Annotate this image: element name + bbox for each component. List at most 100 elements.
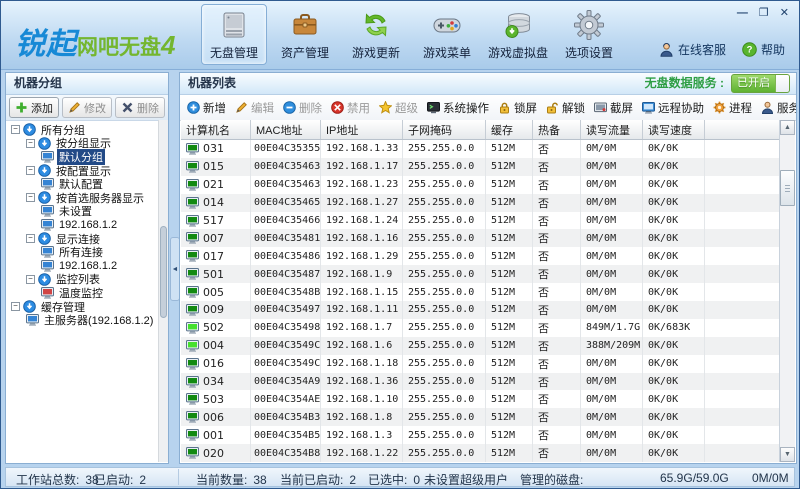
tree-item-label: 192.168.1.2 xyxy=(57,219,119,231)
machine-groups-header: 机器分组 xyxy=(6,73,168,95)
column-header[interactable]: 读写流量 xyxy=(581,120,643,139)
close-button[interactable]: ✕ xyxy=(780,7,789,19)
tree-scrollbar[interactable] xyxy=(158,120,168,462)
window-controls: — ❐ ✕ xyxy=(737,7,789,19)
machine-row[interactable]: 020 00E04C354B8F 192.168.1.22 255.255.0.… xyxy=(181,444,779,462)
tree-item[interactable]: 主服务器(192.168.1.2) xyxy=(7,313,158,327)
group-green-plus-button[interactable]: 添加 xyxy=(9,97,59,118)
group-ball-icon xyxy=(23,300,36,313)
toolbar-ban-button[interactable]: 禁用 xyxy=(331,100,370,116)
monitor-off-icon xyxy=(186,268,199,280)
machine-row[interactable]: 503 00E04C354AE2 192.168.1.10 255.255.0.… xyxy=(181,390,779,408)
minus-circle-icon xyxy=(283,101,296,114)
machine-row[interactable]: 004 00E04C3549C3 192.168.1.6 255.255.0.0… xyxy=(181,337,779,355)
column-header[interactable]: 计算机名 xyxy=(181,120,251,139)
toolbar-plus-circle-button[interactable]: 新增 xyxy=(187,100,226,116)
status-item: 当前已启动: 2 xyxy=(280,471,356,488)
nav-gear-button[interactable]: 选项设置 xyxy=(556,4,622,65)
group-x-mark-button[interactable]: 删除 xyxy=(115,97,165,118)
column-header[interactable]: 子网掩码 xyxy=(403,120,486,139)
table-scrollbar-thumb[interactable] xyxy=(780,170,795,206)
machine-row[interactable]: 007 00E04C354817 192.168.1.16 255.255.0.… xyxy=(181,229,779,247)
tree-item-label: 所有连接 xyxy=(57,244,105,260)
tree-expander-icon[interactable]: − xyxy=(26,139,35,148)
scroll-down-icon[interactable]: ▼ xyxy=(780,447,795,462)
service-toggle[interactable]: 已开启 xyxy=(731,74,790,93)
machine-row[interactable]: 005 00E04C3548B3 192.168.1.15 255.255.0.… xyxy=(181,283,779,301)
column-header[interactable]: 缓存 xyxy=(486,120,533,139)
main-nav: 无盘管理 资产管理 游戏更新 游戏菜单 游戏虚拟盘 选项设置 xyxy=(201,4,622,65)
tree-scrollbar-thumb[interactable] xyxy=(160,226,167,318)
monitor-blue-icon xyxy=(41,151,54,163)
scroll-up-icon[interactable]: ▲ xyxy=(780,120,795,135)
online-support-link[interactable]: 在线客服 xyxy=(659,41,726,58)
group-tree: − 所有分组 − 按分组显示 默认分组 − 按配置显示 默认配置 − 按首选服务… xyxy=(7,120,158,462)
tree-item[interactable]: 所有连接 xyxy=(7,245,158,259)
column-header[interactable]: 读写速度 xyxy=(643,120,705,139)
toolbar-star-button[interactable]: 超级 xyxy=(379,100,418,116)
toolbar-unlock-button[interactable]: 解锁 xyxy=(546,100,585,116)
tree-expander-icon[interactable]: − xyxy=(26,193,35,202)
machine-row[interactable]: 031 00E04C353555 192.168.1.33 255.255.0.… xyxy=(181,140,779,158)
machine-list-title: 机器列表 xyxy=(188,73,236,94)
machine-row[interactable]: 014 00E04C354655 192.168.1.27 255.255.0.… xyxy=(181,194,779,212)
toolbar-pencil-button[interactable]: 编辑 xyxy=(235,100,274,116)
group-buttons: 添加 修改 删除 xyxy=(6,95,168,121)
nav-refresh-button[interactable]: 游戏更新 xyxy=(343,4,409,65)
toolbar-remote-button[interactable]: 远程协助 xyxy=(642,100,704,116)
machine-row[interactable]: 016 00E04C3549C8 192.168.1.18 255.255.0.… xyxy=(181,355,779,373)
panel-splitter[interactable]: ◄ xyxy=(169,72,179,464)
monitor-on-icon xyxy=(186,340,199,352)
toolbar-minus-circle-button[interactable]: 删除 xyxy=(283,100,322,116)
machine-groups-panel: 机器分组 添加 修改 删除 − 所有分组 − 按分组显示 默认分组 − 按配置显… xyxy=(5,72,169,464)
column-header[interactable]: 热备 xyxy=(533,120,581,139)
status-bar: 工作站总数: 38已启动: 2 当前数量: 38当前已启动: 2已选中: 0未设… xyxy=(5,467,795,487)
pencil-icon xyxy=(235,101,248,114)
machine-row[interactable]: 001 00E04C354B55 192.168.1.3 255.255.0.0… xyxy=(181,426,779,444)
toolbar-console-button[interactable]: 系统操作 xyxy=(427,100,489,116)
column-header[interactable]: IP地址 xyxy=(321,120,403,139)
maximize-button[interactable]: ❐ xyxy=(759,7,769,19)
tree-expander-icon[interactable]: − xyxy=(26,234,35,243)
help-link[interactable]: ?帮助 xyxy=(742,41,785,58)
tree-expander-icon[interactable]: − xyxy=(26,166,35,175)
machine-row[interactable]: 021 00E04C35463A 192.168.1.23 255.255.0.… xyxy=(181,176,779,194)
machine-list-panel: 机器列表 无盘数据服务 : 已开启 新增 编辑 删除 禁用 超级 系统操作 锁屏… xyxy=(179,72,797,464)
toolbar-gear-orange-button[interactable]: 进程 xyxy=(713,100,752,116)
group-pencil-button[interactable]: 修改 xyxy=(62,97,112,118)
nav-label: 游戏菜单 xyxy=(423,44,471,61)
toolbar-screenshot-button[interactable]: 截屏 xyxy=(594,100,633,116)
machine-groups-title: 机器分组 xyxy=(14,73,62,94)
machine-row[interactable]: 017 00E04C354862 192.168.1.29 255.255.0.… xyxy=(181,247,779,265)
monitor-off-icon xyxy=(186,179,199,191)
tree-expander-icon[interactable]: − xyxy=(11,302,20,311)
machine-row[interactable]: 517 00E04C354666 192.168.1.24 255.255.0.… xyxy=(181,212,779,230)
machine-list-header: 机器列表 无盘数据服务 : 已开启 xyxy=(180,73,796,95)
minimize-button[interactable]: — xyxy=(737,7,748,19)
tree-item[interactable]: 未设置 xyxy=(7,205,158,219)
toolbar-lock-button[interactable]: 锁屏 xyxy=(498,100,537,116)
machine-row[interactable]: 502 00E04C354985 192.168.1.7 255.255.0.0… xyxy=(181,319,779,337)
machine-row[interactable]: 009 00E04C354977 192.168.1.11 255.255.0.… xyxy=(181,301,779,319)
group-ball-icon xyxy=(23,123,36,136)
nav-gamepad-button[interactable]: 游戏菜单 xyxy=(414,4,480,65)
machine-row[interactable]: 006 00E04C354B31 192.168.1.8 255.255.0.0… xyxy=(181,408,779,426)
column-header[interactable]: MAC地址 xyxy=(251,120,321,139)
machine-row[interactable]: 034 00E04C354A90 192.168.1.36 255.255.0.… xyxy=(181,373,779,391)
monitor-off-icon xyxy=(186,304,199,316)
group-ball-icon xyxy=(38,137,51,150)
nav-label: 资产管理 xyxy=(281,44,329,61)
nav-briefcase-button[interactable]: 资产管理 xyxy=(272,4,338,65)
toolbar-person-button[interactable]: 服务 xyxy=(761,100,796,116)
monitor-off-icon xyxy=(186,447,199,459)
nav-label: 选项设置 xyxy=(565,44,613,61)
tree-expander-icon[interactable]: − xyxy=(11,125,20,134)
tree-expander-icon[interactable]: − xyxy=(26,275,35,284)
table-scrollbar[interactable]: ▲ ▼ xyxy=(779,120,795,462)
nav-vdisk-button[interactable]: 游戏虚拟盘 xyxy=(485,4,551,65)
service-label: 无盘数据服务 : xyxy=(645,73,724,94)
machine-row[interactable]: 015 00E04C354636 192.168.1.17 255.255.0.… xyxy=(181,158,779,176)
nav-disk-button[interactable]: 无盘管理 xyxy=(201,4,267,65)
status-item: 已启动: 2 xyxy=(94,471,146,488)
machine-row[interactable]: 501 00E04C354871 192.168.1.9 255.255.0.0… xyxy=(181,265,779,283)
